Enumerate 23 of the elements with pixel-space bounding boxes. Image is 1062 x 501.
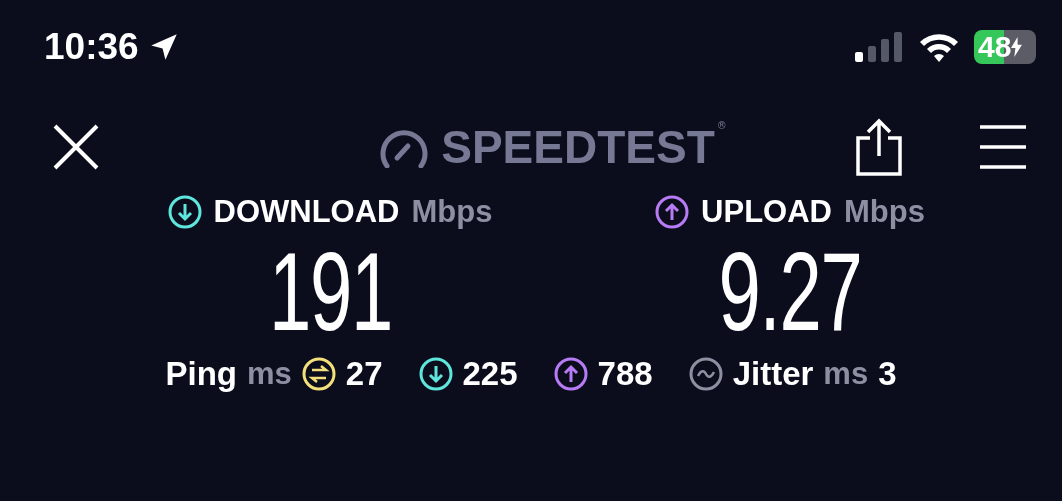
- unit-label: Mbps: [411, 194, 493, 230]
- stat-value: 225: [462, 355, 518, 394]
- metric-label: UPLOAD: [701, 194, 832, 230]
- metric-label: DOWNLOAD: [213, 194, 400, 230]
- menu-icon[interactable]: [980, 124, 1026, 170]
- stat-value: 27: [345, 355, 383, 394]
- close-icon[interactable]: [52, 123, 100, 171]
- battery-indicator: 48: [974, 30, 1036, 64]
- registered-mark: ®: [716, 120, 727, 131]
- stat-label: Ping: [165, 355, 237, 394]
- unit-label: Mbps: [843, 194, 925, 230]
- app-logo: SPEEDTEST: [441, 120, 715, 174]
- signal-icon: [854, 32, 904, 62]
- stat-value: 3: [878, 355, 897, 394]
- unit-label: ms: [247, 356, 292, 393]
- share-icon[interactable]: [856, 118, 902, 176]
- stat-label: Jitter: [732, 355, 814, 394]
- unit-label: ms: [823, 356, 869, 393]
- speed-value: 9.27: [718, 230, 862, 354]
- speed-value: 191: [268, 230, 392, 354]
- wifi-icon: [918, 31, 960, 63]
- clock-time: 10:36: [44, 26, 139, 68]
- stat-value: 788: [597, 355, 653, 394]
